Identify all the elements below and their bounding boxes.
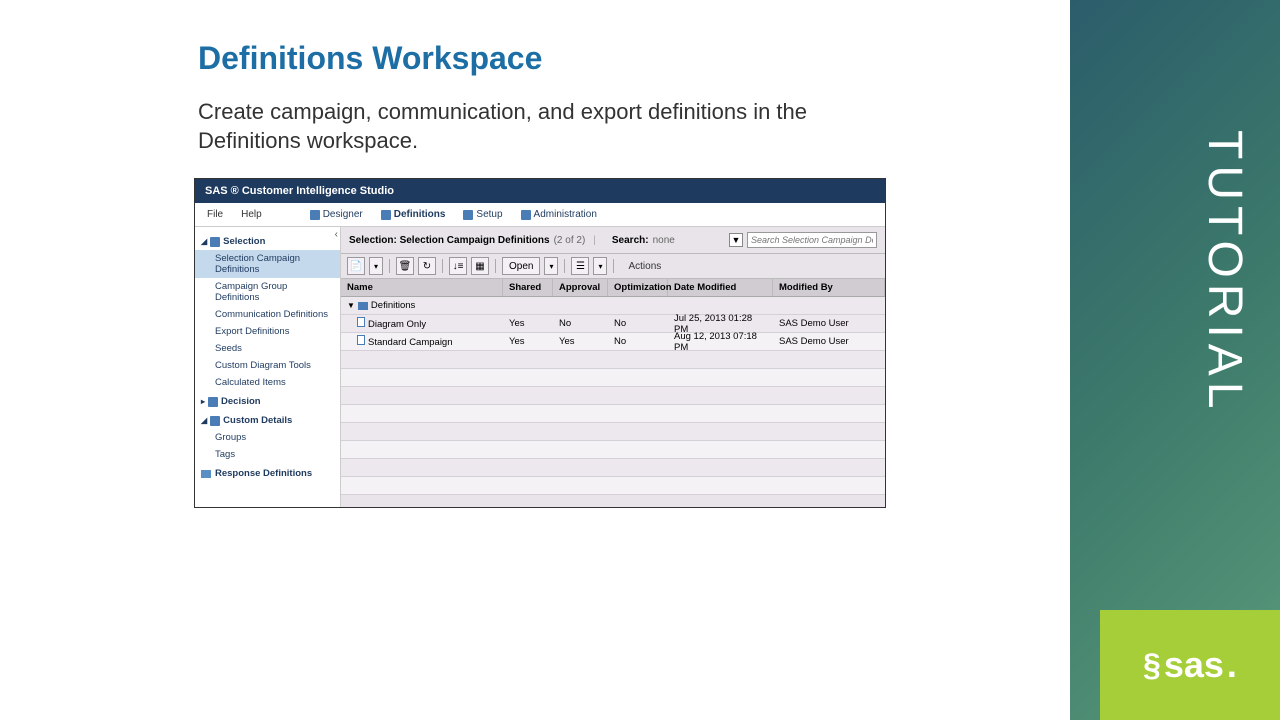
- table-row-empty: [341, 405, 885, 423]
- slide-title: Definitions Workspace: [198, 40, 542, 77]
- tree-selection[interactable]: ◢Selection: [195, 233, 340, 250]
- table-row-empty: [341, 477, 885, 495]
- search-input[interactable]: [747, 232, 877, 248]
- tab-designer[interactable]: Designer: [306, 207, 367, 222]
- table-row-empty: [341, 423, 885, 441]
- tree-response[interactable]: Response Definitions: [195, 465, 340, 482]
- col-opt[interactable]: Optimization: [608, 279, 668, 296]
- slide-subtitle: Create campaign, communication, and expo…: [198, 98, 898, 155]
- file-icon: [357, 335, 365, 345]
- table-row-empty: [341, 459, 885, 477]
- app-window: SAS ® Customer Intelligence Studio File …: [194, 178, 886, 508]
- grid: Name Shared Approval Optimization Date M…: [341, 279, 885, 507]
- tab-setup[interactable]: Setup: [459, 207, 506, 222]
- tree-item-groups[interactable]: Groups: [195, 429, 340, 446]
- view-button[interactable]: ☰: [571, 257, 589, 275]
- admin-icon: [521, 210, 531, 220]
- tab-definitions[interactable]: Definitions: [377, 207, 450, 222]
- filter-icon[interactable]: ▼: [729, 233, 743, 247]
- tree-item-sel-campaign[interactable]: Selection Campaign Definitions: [195, 250, 340, 278]
- tree-item-communication[interactable]: Communication Definitions: [195, 306, 340, 323]
- actions-menu[interactable]: Actions: [628, 261, 661, 272]
- grid-header: Name Shared Approval Optimization Date M…: [341, 279, 885, 297]
- new-dropdown[interactable]: ▾: [369, 257, 383, 275]
- toolbar: 📄▾ 🗑 ↻ ↓≡ ▦ Open▾ ☰▾ Actions: [341, 254, 885, 279]
- tree-decision[interactable]: ▸Decision: [195, 393, 340, 410]
- decision-icon: [208, 397, 218, 407]
- tree-item-calculated[interactable]: Calculated Items: [195, 374, 340, 391]
- table-row-empty: [341, 387, 885, 405]
- delete-button[interactable]: 🗑: [396, 257, 414, 275]
- open-dropdown[interactable]: ▾: [544, 257, 558, 275]
- file-icon: [357, 317, 365, 327]
- open-button[interactable]: Open: [502, 257, 540, 275]
- menu-file[interactable]: File: [203, 207, 227, 222]
- content-header: Selection: Selection Campaign Definition…: [341, 227, 885, 254]
- folder-row[interactable]: ▼Definitions: [341, 297, 885, 315]
- selection-icon: [210, 237, 220, 247]
- folder-icon: [358, 302, 368, 310]
- custom-details-icon: [210, 416, 220, 426]
- right-sidebar: TUTORIAL §sas.: [1070, 0, 1280, 720]
- new-button[interactable]: 📄: [347, 257, 365, 275]
- table-row[interactable]: Diagram Only Yes No No Jul 25, 2013 01:2…: [341, 315, 885, 333]
- sas-logo-box: §sas.: [1100, 610, 1280, 720]
- col-date[interactable]: Date Modified: [668, 279, 773, 296]
- tree-custom-details[interactable]: ◢Custom Details: [195, 412, 340, 429]
- search-label: Search:: [612, 235, 649, 246]
- definitions-icon: [381, 210, 391, 220]
- tree-item-export[interactable]: Export Definitions: [195, 323, 340, 340]
- col-shared[interactable]: Shared: [503, 279, 553, 296]
- table-row-empty: [341, 441, 885, 459]
- sort-button[interactable]: ↓≡: [449, 257, 467, 275]
- sas-logo: §sas.: [1143, 644, 1237, 686]
- tab-admin[interactable]: Administration: [517, 207, 601, 222]
- sidebar-collapse-icon[interactable]: ‹: [335, 229, 338, 240]
- columns-button[interactable]: ▦: [471, 257, 489, 275]
- col-name[interactable]: Name: [341, 279, 503, 296]
- tree-item-custom-diagram[interactable]: Custom Diagram Tools: [195, 357, 340, 374]
- selection-label: Selection: Selection Campaign Definition…: [349, 235, 550, 246]
- tutorial-label: TUTORIAL: [1197, 130, 1252, 414]
- tree-item-tags[interactable]: Tags: [195, 446, 340, 463]
- menu-help[interactable]: Help: [237, 207, 266, 222]
- app-titlebar: SAS ® Customer Intelligence Studio: [195, 179, 885, 203]
- table-row-empty: [341, 351, 885, 369]
- selection-count: (2 of 2): [554, 235, 586, 246]
- designer-icon: [310, 210, 320, 220]
- search-value: none: [653, 235, 675, 246]
- tree-item-seeds[interactable]: Seeds: [195, 340, 340, 357]
- response-icon: [201, 470, 211, 478]
- table-row[interactable]: Standard Campaign Yes Yes No Aug 12, 201…: [341, 333, 885, 351]
- sas-swirl-icon: §: [1143, 647, 1161, 684]
- refresh-button[interactable]: ↻: [418, 257, 436, 275]
- app-menubar: File Help Designer Definitions Setup Adm…: [195, 203, 885, 227]
- setup-icon: [463, 210, 473, 220]
- sidebar: ‹ ◢Selection Selection Campaign Definiti…: [195, 227, 341, 507]
- col-modby[interactable]: Modified By: [773, 279, 885, 296]
- tree-item-campaign-group[interactable]: Campaign Group Definitions: [195, 278, 340, 306]
- col-approval[interactable]: Approval: [553, 279, 608, 296]
- main-area: Selection: Selection Campaign Definition…: [341, 227, 885, 507]
- table-row-empty: [341, 369, 885, 387]
- view-dropdown[interactable]: ▾: [593, 257, 607, 275]
